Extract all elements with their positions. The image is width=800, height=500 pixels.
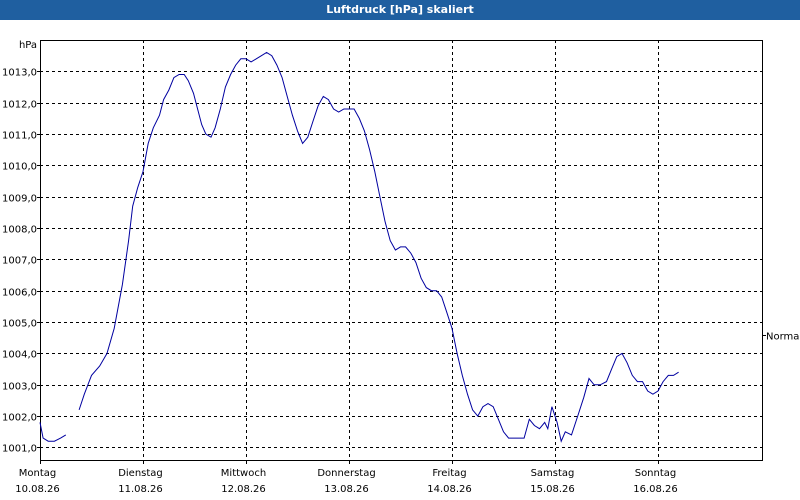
y-tick-label: 1007,0 [2, 256, 37, 267]
y-tick-label: 1008,0 [2, 225, 37, 236]
right-marker: Normal [762, 332, 800, 343]
x-tick-date-label: 12.08.26 [221, 484, 266, 495]
x-tick-day-label: Sonntag [635, 468, 677, 479]
x-axis: Montag 10.08.26 Dienstag 11.08.26 Mittwoch 12… [15, 460, 678, 495]
chart-title: Luftdruck [hPa] skaliert [0, 0, 800, 20]
y-tick-label: 1010,0 [2, 162, 37, 173]
normal-label: Normal [766, 332, 800, 343]
grid [40, 40, 762, 460]
x-tick-date-label: 14.08.26 [427, 484, 472, 495]
y-tick-label: 1005,0 [2, 319, 37, 330]
series-line [78, 51, 679, 443]
y-tick-label: 1009,0 [2, 194, 37, 205]
x-tick-day-label: Montag [19, 468, 56, 479]
y-axis-label: hPa [19, 40, 37, 51]
x-tick-day-label: Dienstag [118, 468, 163, 479]
series-line [39, 422, 67, 442]
y-tick-label: 1013,0 [2, 68, 37, 79]
chart: hPa 1001,0 1002,0 1003,0 1004,0 1005,0 1006,0… [2, 40, 800, 495]
x-tick-day-label: Donnerstag [317, 468, 375, 479]
x-tick-day-label: Mittwoch [221, 468, 266, 479]
y-axis: hPa 1001,0 1002,0 1003,0 1004,0 1005,0 1006,0… [2, 40, 40, 455]
y-tick-label: 1004,0 [2, 350, 37, 361]
x-tick-date-label: 13.08.26 [324, 484, 369, 495]
x-tick-date-label: 10.08.26 [15, 484, 60, 495]
y-tick-label: 1012,0 [2, 100, 37, 111]
x-tick-day-label: Samstag [531, 468, 575, 479]
x-tick-date-label: 16.08.26 [633, 484, 678, 495]
x-tick-day-label: Freitag [432, 468, 466, 479]
y-tick-label: 1003,0 [2, 382, 37, 393]
y-tick-label: 1002,0 [2, 413, 37, 424]
y-tick-label: 1001,0 [2, 444, 37, 455]
x-tick-date-label: 11.08.26 [118, 484, 163, 495]
y-tick-label: 1011,0 [2, 131, 37, 142]
x-tick-date-label: 15.08.26 [530, 484, 575, 495]
pressure-line [39, 51, 679, 443]
y-tick-label: 1006,0 [2, 288, 37, 299]
